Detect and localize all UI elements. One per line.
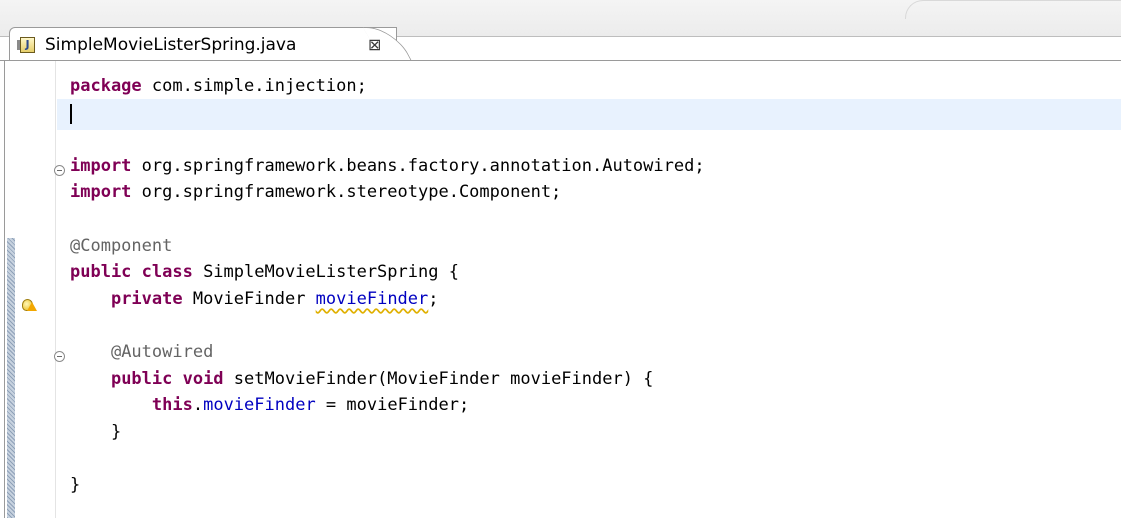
ruler-divider [55, 61, 56, 518]
tab-label[interactable]: SimpleMovieListerSpring.java [45, 35, 296, 55]
fold-collapse-icon[interactable] [54, 351, 65, 362]
code-line: @Autowired [110, 341, 214, 362]
close-icon[interactable]: ⊠ [368, 35, 381, 54]
code-line: @Component [70, 235, 173, 256]
code-line: public void setMovieFinder(MovieFinder m… [110, 368, 654, 389]
code-line: this.movieFinder = movieFinder; [151, 395, 470, 416]
window-frame-edge [905, 0, 1121, 19]
code-line: } [70, 474, 81, 495]
warning-icon[interactable] [21, 298, 37, 312]
code-line: import org.springframework.beans.factory… [70, 155, 705, 176]
code-line: public class SimpleMovieListerSpring { [70, 262, 459, 283]
code-line: import org.springframework.stereotype.Co… [70, 182, 562, 203]
editor-left-border [4, 61, 5, 518]
quick-diff-change-bar [7, 238, 15, 518]
code-line: } [70, 421, 122, 442]
code-line: private MovieFinder movieFinder; [110, 288, 439, 309]
java-file-icon: J [17, 37, 35, 53]
code-line: package com.simple.injection; [70, 76, 367, 96]
source-code[interactable]: package com.simple.injection; import org… [70, 73, 705, 499]
fold-collapse-icon[interactable] [54, 165, 65, 176]
